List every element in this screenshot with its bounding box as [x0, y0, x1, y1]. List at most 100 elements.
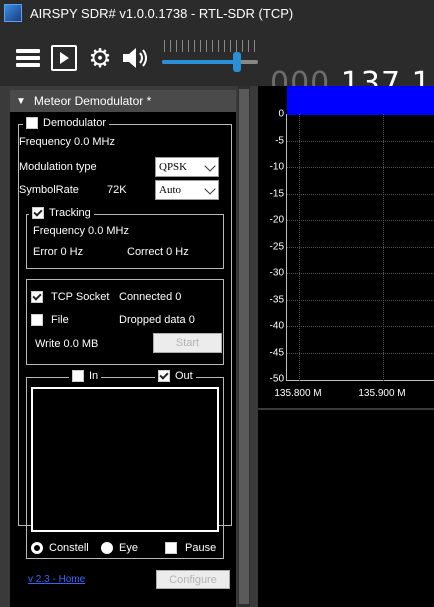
- y-tick-label: -25: [269, 241, 284, 252]
- in-legend: In: [69, 370, 102, 382]
- volume-slider[interactable]: [160, 36, 260, 80]
- constellation-group: In Out Constell Eye Pause: [26, 370, 224, 559]
- tcp-socket-checkbox[interactable]: [31, 291, 43, 303]
- demodulator-frequency: Frequency 0.0 MHz: [19, 136, 115, 148]
- waterfall-separator[interactable]: [258, 408, 434, 410]
- out-checkbox[interactable]: [158, 370, 170, 382]
- file-checkbox[interactable]: [31, 314, 43, 326]
- play-button[interactable]: [50, 44, 78, 72]
- meteor-demodulator-panel: Demodulator Frequency 0.0 MHz Modulation…: [10, 112, 236, 607]
- sidebar: ▼ Meteor Demodulator * Demodulator Frequ…: [0, 86, 256, 607]
- panel-header[interactable]: ▼ Meteor Demodulator *: [10, 90, 236, 112]
- tracking-label: Tracking: [49, 207, 91, 219]
- demodulator-legend: Demodulator: [23, 117, 109, 129]
- toolbar: ⚙ 000.137.1: [0, 26, 434, 101]
- dropped-data-status: Dropped data 0: [119, 314, 195, 326]
- y-tick-label: -15: [269, 188, 284, 199]
- chevron-down-icon: [204, 160, 216, 172]
- start-button[interactable]: Start: [153, 333, 222, 353]
- symbolrate-label: SymbolRate: [19, 184, 79, 196]
- settings-button[interactable]: ⚙: [86, 44, 114, 72]
- pause-option[interactable]: Pause: [165, 542, 216, 554]
- connected-status: Connected 0: [119, 291, 182, 303]
- symbolrate-mode-value: Auto: [159, 184, 181, 196]
- modulation-type-label: Modulation type: [19, 161, 97, 173]
- app-logo-icon: [4, 4, 22, 22]
- y-tick-label: -30: [269, 267, 284, 279]
- vertical-gridline: [299, 114, 300, 381]
- tracking-error: Error 0 Hz: [33, 246, 84, 258]
- tracking-legend: Tracking: [29, 207, 94, 219]
- demodulator-label: Demodulator: [43, 117, 106, 129]
- horizontal-gridline: [287, 167, 434, 168]
- spectrum-left-border: [256, 86, 258, 607]
- symbolrate-mode-select[interactable]: Auto: [155, 180, 219, 200]
- modulation-type-value: QPSK: [159, 161, 188, 173]
- constell-label: Constell: [49, 542, 89, 554]
- tcp-socket-row: TCP Socket: [31, 291, 110, 303]
- in-checkbox[interactable]: [72, 370, 84, 382]
- tracking-correct: Correct 0 Hz: [127, 246, 189, 258]
- tracking-frequency: Frequency 0.0 MHz: [33, 225, 129, 237]
- file-row: File: [31, 314, 69, 326]
- pause-checkbox[interactable]: [165, 542, 177, 554]
- in-label: In: [89, 370, 99, 382]
- tracking-checkbox[interactable]: [32, 207, 44, 219]
- eye-option[interactable]: Eye: [101, 542, 138, 554]
- version-home-link[interactable]: v 2.3 - Home: [28, 574, 85, 585]
- tracking-group: Tracking Frequency 0.0 MHz Error 0 Hz Co…: [26, 207, 224, 269]
- output-group: TCP Socket Connected 0 File Dropped data…: [26, 279, 224, 365]
- x-tick-label: 135.900 M: [358, 388, 406, 399]
- y-tick-label: -45: [269, 347, 284, 358]
- audio-button[interactable]: [121, 44, 149, 72]
- tcp-socket-label: TCP Socket: [51, 291, 110, 303]
- x-tick-label: 135.800 M: [274, 388, 322, 399]
- volume-fill: [162, 60, 237, 64]
- y-tick-label: -5: [275, 135, 284, 146]
- vertical-gridline: [383, 114, 384, 381]
- panel-title: Meteor Demodulator *: [33, 94, 152, 108]
- scrollbar-thumb[interactable]: [239, 89, 249, 604]
- volume-track: [162, 60, 258, 64]
- horizontal-gridline: [287, 326, 434, 327]
- configure-button[interactable]: Configure: [156, 570, 230, 589]
- write-status: Write 0.0 MB: [35, 338, 99, 350]
- y-tick-label: -10: [269, 161, 284, 173]
- horizontal-gridline: [287, 220, 434, 221]
- pause-label: Pause: [185, 542, 217, 554]
- horizontal-gridline: [287, 352, 434, 354]
- collapse-triangle-icon[interactable]: ▼: [16, 96, 26, 107]
- chevron-down-icon: [204, 183, 216, 195]
- y-tick-label: -20: [269, 214, 284, 226]
- horizontal-gridline: [287, 273, 434, 274]
- title-bar: AIRSPY SDR# v1.0.0.1738 - RTL-SDR (TCP): [0, 0, 434, 26]
- hamburger-menu-icon[interactable]: [14, 44, 42, 72]
- y-tick-label: -35: [269, 294, 284, 305]
- constell-radio[interactable]: [31, 542, 43, 554]
- y-tick-label: 0: [278, 108, 284, 120]
- gear-icon: ⚙: [88, 43, 112, 73]
- eye-radio[interactable]: [101, 542, 113, 554]
- horizontal-gridline: [287, 140, 434, 142]
- constell-option[interactable]: Constell: [31, 542, 89, 554]
- y-tick-label: -50: [269, 373, 284, 385]
- play-icon: [51, 45, 77, 71]
- window-title: AIRSPY SDR# v1.0.0.1738 - RTL-SDR (TCP): [30, 5, 294, 21]
- out-legend: Out: [155, 370, 196, 382]
- symbolrate-value: 72K: [107, 184, 127, 196]
- horizontal-gridline: [287, 193, 434, 195]
- volume-thumb[interactable]: [232, 52, 241, 72]
- horizontal-gridline: [287, 246, 434, 248]
- file-label: File: [51, 314, 69, 326]
- sidebar-scrollbar[interactable]: [238, 86, 250, 607]
- eye-label: Eye: [119, 542, 138, 554]
- spectrum-view[interactable]: 0 -5 -10 -15 -20 -25 -30 -35 -40 -45 -50 135.800 M 1…: [256, 86, 434, 607]
- modulation-type-select[interactable]: QPSK: [155, 157, 219, 177]
- demodulator-checkbox[interactable]: [26, 117, 38, 129]
- constellation-canvas: [31, 387, 219, 532]
- horizontal-gridline: [287, 299, 434, 301]
- spectrum-signal-fill: [287, 86, 434, 115]
- spectrum-plot-area[interactable]: [286, 114, 434, 381]
- speaker-icon: [123, 48, 147, 68]
- out-label: Out: [175, 370, 193, 382]
